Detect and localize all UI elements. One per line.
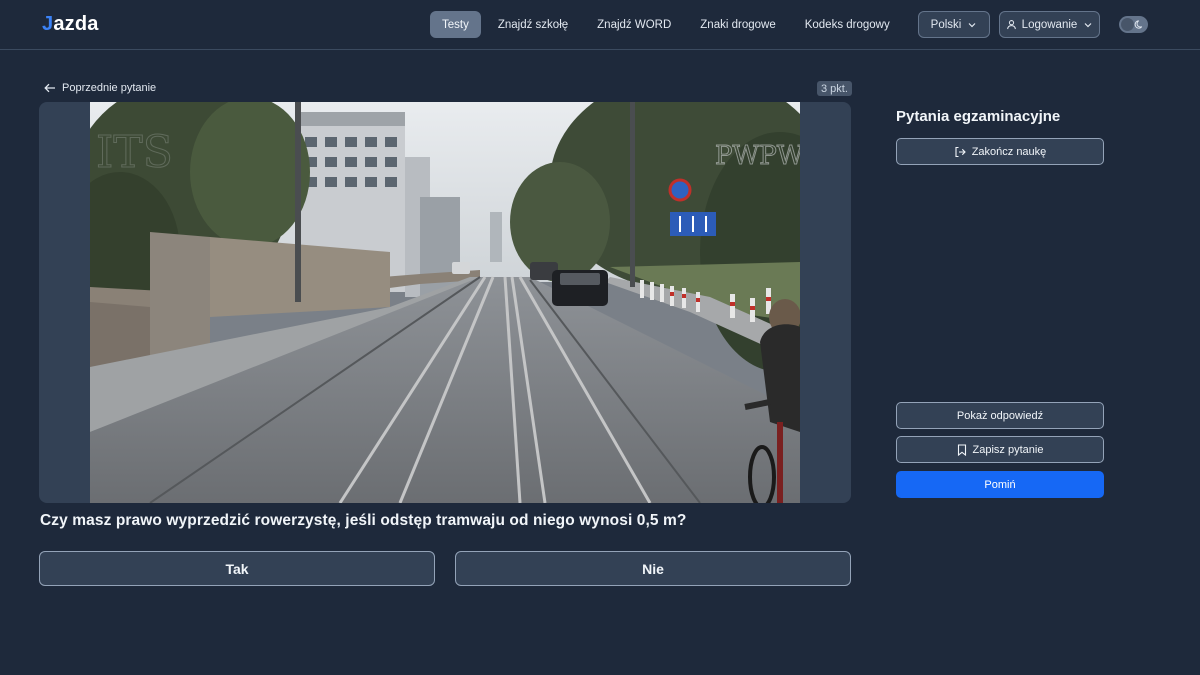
nav-item-road-signs[interactable]: Znaki drogowe (688, 11, 787, 38)
svg-text:ITS: ITS (96, 127, 173, 178)
save-question-button[interactable]: Zapisz pytanie (896, 436, 1104, 463)
main-nav: Testy Znajdź szkołę Znajdź WORD Znaki dr… (430, 11, 959, 38)
show-answer-button[interactable]: Pokaż odpowiedź (896, 402, 1104, 429)
logo-mark: J (42, 12, 54, 35)
login-button[interactable]: Logowanie (999, 11, 1100, 38)
logo-text: azda (53, 12, 99, 35)
answer-yes-button[interactable]: Tak (39, 551, 435, 586)
answer-no-button[interactable]: Nie (455, 551, 851, 586)
finish-learning-label: Zakończ naukę (971, 145, 1047, 158)
nav-item-testy[interactable]: Testy (430, 11, 481, 38)
save-question-label: Zapisz pytanie (972, 443, 1044, 456)
watermark-text: PWPW (715, 141, 800, 171)
language-select[interactable]: Polski (918, 11, 990, 38)
question-text: Czy masz prawo wyprzedzić rowerzystę, je… (40, 512, 687, 529)
previous-question-link[interactable]: Poprzednie pytanie (44, 80, 156, 96)
theme-toggle[interactable] (1119, 16, 1148, 33)
previous-question-label: Poprzednie pytanie (62, 82, 157, 94)
toggle-knob (1121, 18, 1134, 31)
logout-icon (955, 146, 966, 157)
finish-learning-button[interactable]: Zakończ naukę (896, 138, 1104, 165)
top-header: Jazda Testy Znajdź szkołę Znajdź WORD Zn… (0, 0, 1200, 50)
login-label: Logowanie (1021, 18, 1078, 31)
moon-icon (1134, 20, 1143, 29)
language-label: Polski (930, 18, 962, 31)
logo[interactable]: Jazda (42, 12, 99, 36)
bookmark-icon (957, 443, 966, 456)
nav-item-find-word[interactable]: Znajdź WORD (585, 11, 683, 38)
question-media: PWPW ITS (39, 102, 851, 503)
sidebar-title: Pytania egzaminacyjne (896, 108, 1061, 125)
chevron-down-icon (1084, 22, 1092, 27)
arrow-left-icon (44, 83, 55, 93)
skip-button[interactable]: Pomiń (896, 471, 1104, 498)
points-badge: 3 pkt. (817, 81, 852, 96)
nav-item-road-code[interactable]: Kodeks drogowy (793, 11, 902, 38)
road-scene-image: PWPW ITS (90, 102, 800, 503)
nav-item-find-school[interactable]: Znajdź szkołę (486, 11, 580, 38)
user-icon (1006, 20, 1016, 30)
chevron-down-icon (968, 22, 976, 27)
